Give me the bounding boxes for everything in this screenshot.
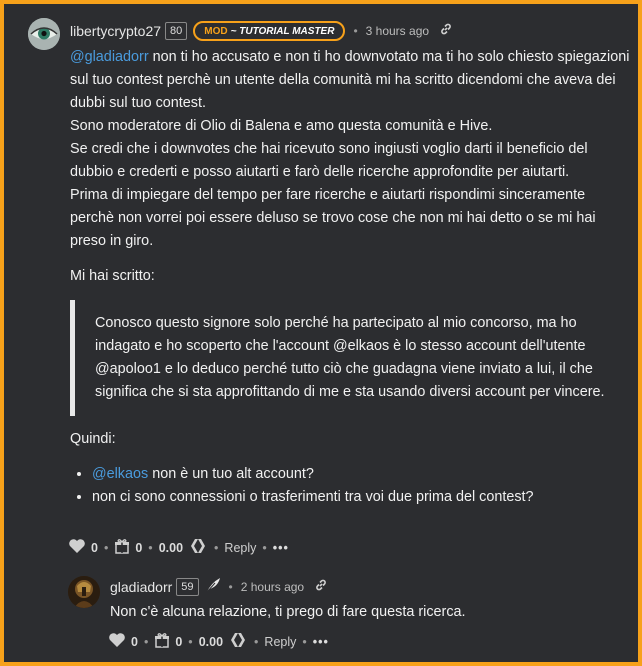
blockquote: Conosco questo signore solo perché ha pa… — [70, 300, 630, 416]
badge-title: ~ TUTORIAL MASTER — [230, 25, 335, 37]
mod-badge: MOD ~ TUTORIAL MASTER — [193, 21, 346, 41]
link-icon[interactable] — [439, 22, 453, 41]
mention-link[interactable]: @gladiadorr — [70, 49, 149, 65]
payout-value[interactable]: 0.00 — [199, 635, 223, 649]
hive-icon — [230, 633, 248, 650]
separator-dot: • — [353, 24, 358, 38]
comment-header: gladiadorr 59 • 2 hours ago — [110, 576, 328, 598]
paragraph-text: Se credi che i downvotes che hai ricevut… — [70, 141, 588, 180]
username[interactable]: gladiadorr — [110, 579, 172, 595]
comment-actions: 0 • 0 • 0.00 • Reply • ••• — [108, 632, 329, 651]
comment-thread: libertycrypto27 80 MOD ~ TUTORIAL MASTER… — [4, 4, 638, 662]
quote-intro: Mi hai scritto: — [70, 268, 155, 284]
like-count: 0 — [131, 634, 138, 649]
comment-header: libertycrypto27 80 MOD ~ TUTORIAL MASTER… — [70, 20, 453, 42]
list-item: @elkaos non è un tuo alt account? — [92, 463, 630, 486]
hive-icon — [190, 539, 208, 556]
timestamp[interactable]: 2 hours ago — [241, 580, 304, 594]
comment-body: @gladiadorr non ti ho accusato e non ti … — [70, 46, 630, 509]
tip-count: 0 — [135, 540, 143, 555]
comment-actions: 0 • 0 • 0.00 • Reply • ••• — [68, 538, 289, 557]
mod-label: MOD — [204, 25, 228, 37]
list-item-text: non è un tuo alt account? — [148, 466, 314, 482]
heart-icon[interactable] — [108, 632, 126, 651]
like-count: 0 — [91, 540, 98, 555]
reply-body: Non c'è alcuna relazione, ti prego di fa… — [110, 601, 630, 624]
reputation-badge: 59 — [176, 578, 199, 596]
avatar[interactable] — [28, 18, 60, 50]
paragraph: @gladiadorr non ti ho accusato e non ti … — [70, 46, 630, 253]
reply-button[interactable]: Reply — [264, 635, 296, 649]
eye-avatar-icon — [28, 18, 60, 50]
quote-text: Conosco questo signore solo perché ha pa… — [95, 315, 605, 400]
conclusion-label: Quindi: — [70, 431, 116, 447]
paragraph-text: non ti ho accusato e non ti ho downvotat… — [70, 49, 630, 111]
list-item: non ci sono connessioni o trasferimenti … — [92, 486, 630, 509]
username[interactable]: libertycrypto27 — [70, 23, 161, 39]
question-list: @elkaos non è un tuo alt account? non ci… — [70, 463, 630, 509]
more-options-button[interactable]: ••• — [313, 635, 329, 649]
timestamp[interactable]: 3 hours ago — [366, 24, 429, 38]
more-options-button[interactable]: ••• — [273, 541, 289, 555]
gladiator-avatar-icon — [68, 576, 100, 608]
paragraph-text: Sono moderatore di Olio di Balena e amo … — [70, 118, 493, 134]
paragraph-text: Prima di impiegare del tempo per fare ri… — [70, 187, 596, 249]
payout-value[interactable]: 0.00 — [159, 541, 183, 555]
reply-button[interactable]: Reply — [224, 541, 256, 555]
gift-icon[interactable] — [154, 632, 170, 651]
separator-dot: • — [228, 580, 233, 594]
feather-icon — [205, 577, 221, 598]
tip-count: 0 — [175, 634, 183, 649]
avatar[interactable] — [68, 576, 100, 608]
list-item-text: non ci sono connessioni o trasferimenti … — [92, 489, 534, 505]
gift-icon[interactable] — [114, 538, 130, 557]
reply-text: Non c'è alcuna relazione, ti prego di fa… — [110, 604, 466, 620]
mention-link[interactable]: @elkaos — [92, 466, 148, 482]
link-icon[interactable] — [314, 578, 328, 597]
heart-icon[interactable] — [68, 538, 86, 557]
reputation-badge: 80 — [165, 22, 188, 40]
